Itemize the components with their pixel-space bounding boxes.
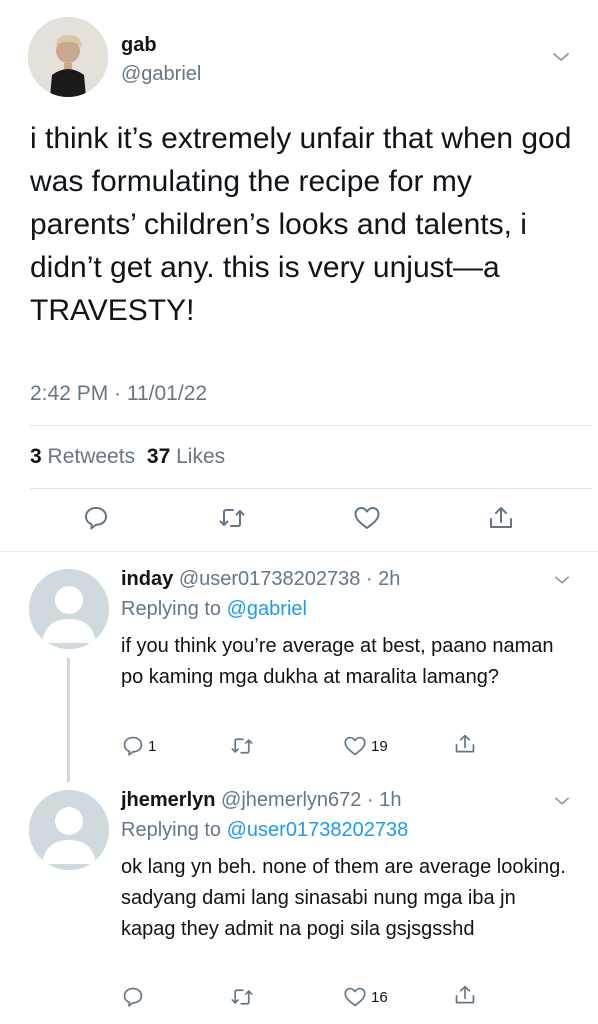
divider [30, 488, 592, 489]
author-name[interactable]: gab [121, 34, 157, 57]
like-icon [344, 736, 366, 756]
like-count: 19 [371, 737, 388, 755]
chevron-down-icon[interactable] [553, 571, 571, 589]
replying-to-link[interactable]: @gabriel [227, 598, 307, 620]
like-button[interactable]: 16 [343, 986, 388, 1008]
thread-line [67, 658, 70, 782]
reply-handle-time[interactable]: @jhemerlyn672 · 1h [221, 789, 401, 811]
chevron-down-icon[interactable] [553, 792, 571, 810]
share-button[interactable] [454, 984, 476, 1006]
likes-stat[interactable]: 37 Likes [147, 445, 225, 468]
retweet-button[interactable] [230, 735, 254, 757]
like-button[interactable] [353, 505, 381, 531]
reply-header: jhemerlyn @jhemerlyn672 · 1h [121, 789, 401, 812]
reply-icon [123, 987, 143, 1007]
avatar[interactable] [28, 17, 108, 97]
share-icon [490, 507, 512, 528]
like-count: 16 [371, 988, 388, 1006]
share-button[interactable] [488, 505, 514, 531]
reply-button[interactable] [83, 505, 109, 531]
reply-author-name[interactable]: jhemerlyn [121, 789, 215, 811]
reply-author-name[interactable]: inday [121, 568, 173, 590]
like-icon [354, 507, 380, 529]
reply-button[interactable] [122, 986, 148, 1008]
like-button[interactable]: 19 [343, 735, 388, 757]
retweet-icon [219, 509, 245, 527]
reply-button[interactable]: 1 [122, 735, 156, 757]
divider [30, 425, 592, 426]
author-handle[interactable]: @gabriel [121, 63, 201, 86]
share-button[interactable] [454, 733, 476, 755]
retweet-icon [231, 738, 253, 754]
replying-to-link[interactable]: @user01738202738 [227, 819, 409, 841]
reply-count: 1 [148, 737, 157, 755]
retweet-button[interactable] [218, 505, 246, 531]
reply-icon [123, 736, 143, 756]
chevron-down-icon[interactable] [551, 47, 571, 67]
replying-to: Replying to @gabriel [121, 598, 307, 620]
engagement-stats: 3 Retweets 37 Likes [30, 445, 225, 469]
tweet-text: i think it’s extremely unfair that when … [30, 122, 572, 327]
replying-to: Replying to @user01738202738 [121, 819, 409, 841]
section-separator [0, 551, 598, 552]
reply-header: inday @user01738202738 · 2h [121, 568, 400, 591]
retweets-stat[interactable]: 3 Retweets [30, 445, 135, 468]
reply-text: ok lang yn beh. none of them are average… [121, 856, 566, 940]
retweet-button[interactable] [230, 986, 254, 1008]
reply-text: if you think you’re average at best, paa… [121, 635, 554, 688]
avatar[interactable] [29, 790, 109, 870]
reply-icon [85, 507, 107, 530]
tweet-timestamp[interactable]: 2:42 PM · 11/01/22 [30, 382, 207, 406]
share-icon [455, 985, 475, 1004]
reply-handle-time[interactable]: @user01738202738 · 2h [179, 568, 401, 590]
share-icon [455, 734, 475, 753]
retweet-icon [231, 989, 253, 1005]
like-icon [344, 987, 366, 1007]
avatar[interactable] [29, 569, 109, 649]
